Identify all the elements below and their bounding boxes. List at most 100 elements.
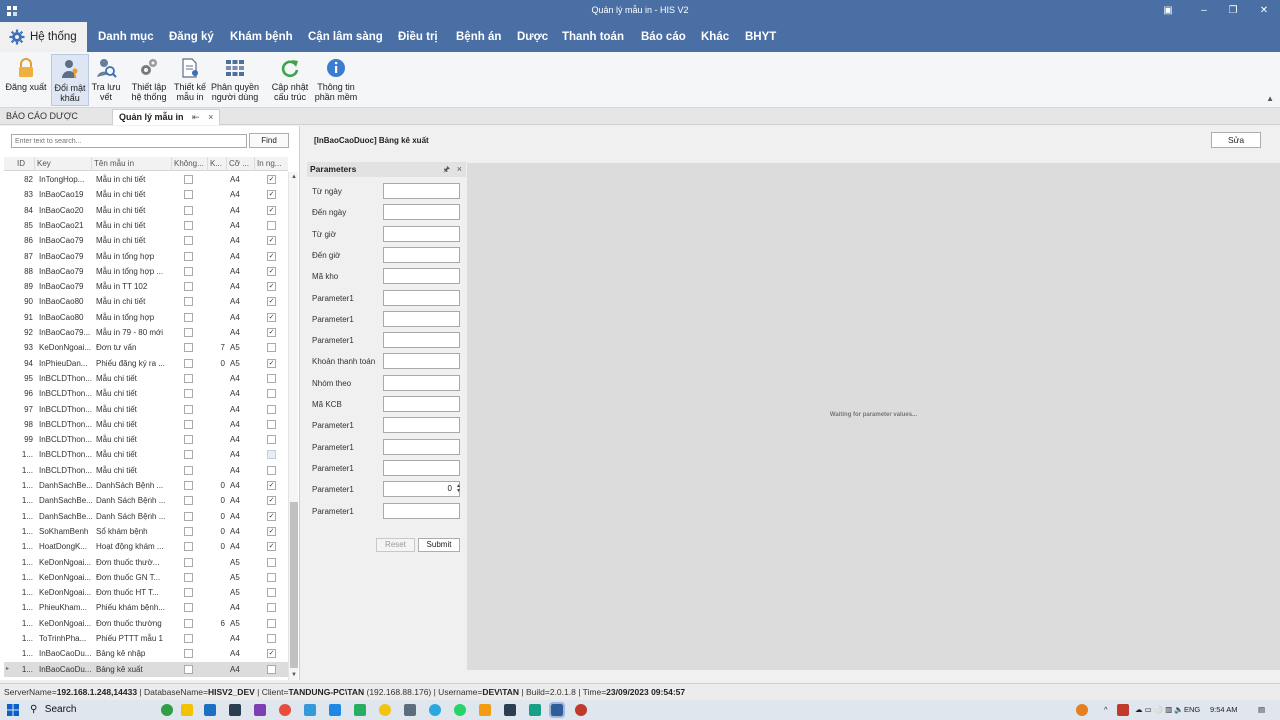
checkbox-khong[interactable]: [184, 542, 193, 552]
checkbox-in-ngang[interactable]: [267, 450, 276, 460]
restore-icon[interactable]: ❐: [1225, 3, 1241, 19]
parameter-input[interactable]: [383, 310, 460, 327]
checkbox-khong[interactable]: [184, 465, 193, 475]
checkbox-in-ngang[interactable]: ✓: [267, 358, 276, 368]
file-explorer-icon[interactable]: [181, 704, 193, 716]
table-row[interactable]: 92 InBaoCao79... Mẫu in 79 - 80 mới A4 ✓: [4, 325, 288, 340]
checkbox-in-ngang[interactable]: [267, 435, 276, 445]
taskbar-search[interactable]: ⚲ Search: [30, 703, 158, 717]
search-input[interactable]: [11, 134, 247, 148]
parameter-input[interactable]: [383, 246, 460, 263]
table-row[interactable]: 99 InBCLDThon... Mẫu chi tiết A4: [4, 432, 288, 447]
app-icon-2[interactable]: [229, 704, 241, 716]
collapse-ribbon-icon[interactable]: ▲: [1266, 94, 1274, 103]
table-row[interactable]: 95 InBCLDThon... Mẫu chi tiết A4: [4, 371, 288, 386]
checkbox-in-ngang[interactable]: ✓: [267, 328, 276, 337]
parameter-input[interactable]: [383, 225, 460, 242]
spinner-arrows-icon[interactable]: ▲ ▼: [456, 484, 461, 494]
visual-studio-icon[interactable]: [254, 704, 266, 716]
table-row[interactable]: 1... InBaoCaoDu... Bảng kê nhập A4 ✓: [4, 646, 288, 661]
table-row[interactable]: 1... InBCLDThon... Mẫu chi tiết A4: [4, 447, 288, 462]
table-row[interactable]: 88 InBaoCao79 Mẫu in tổng hợp ... A4 ✓: [4, 264, 288, 279]
tab-can-lam-sang[interactable]: Cận lâm sàng: [308, 22, 383, 52]
about-button[interactable]: Thông tin phần mềm: [313, 54, 359, 106]
tray-icons[interactable]: ☁ ▭ ⚪ ▥ 🔈: [1135, 704, 1184, 716]
table-row[interactable]: 94 InPhieuDan... Phiếu đăng ký ra ... 0 A5 ✓: [4, 356, 288, 371]
col-in-ngang[interactable]: In ng...: [255, 157, 288, 171]
tab-duoc[interactable]: Dược: [517, 22, 548, 52]
close-panel-icon[interactable]: ×: [457, 162, 462, 177]
parameter-input[interactable]: [383, 396, 460, 412]
table-row[interactable]: 1... KeDonNgoai... Đơn thuốc thường 6 A5: [4, 616, 288, 631]
checkbox-khong[interactable]: [184, 389, 193, 399]
app-icon-6[interactable]: [379, 704, 391, 716]
chrome-icon[interactable]: [279, 704, 291, 716]
table-row[interactable]: 1... KeDonNgoai... Đơn thuốc thườ... A5: [4, 555, 288, 570]
checkbox-khong[interactable]: [184, 190, 193, 200]
clock[interactable]: 9:54 AM: [1210, 704, 1238, 716]
checkbox-in-ngang[interactable]: [267, 465, 276, 475]
parameter-input[interactable]: [383, 204, 460, 221]
weather-icon[interactable]: [1076, 704, 1088, 716]
grid-scrollbar[interactable]: ▲ ▼: [288, 172, 298, 680]
table-row[interactable]: 86 InBaoCao79 Mẫu in chi tiết A4 ✓: [4, 233, 288, 248]
minimize-icon[interactable]: –: [1196, 3, 1212, 19]
tab-khac[interactable]: Khác: [701, 22, 729, 52]
table-row[interactable]: 1... DanhSachBe... Danh Sách Bệnh ... 0 A4 ✓: [4, 509, 288, 524]
parameter-input[interactable]: [383, 332, 460, 349]
checkbox-in-ngang[interactable]: ✓: [267, 481, 276, 490]
checkbox-in-ngang[interactable]: ✓: [267, 175, 276, 184]
checkbox-in-ngang[interactable]: [267, 618, 276, 628]
whatsapp-icon[interactable]: [454, 704, 466, 716]
checkbox-khong[interactable]: [184, 572, 193, 582]
checkbox-in-ngang[interactable]: ✓: [267, 266, 276, 276]
table-row[interactable]: 1... ToTrinhPha... Phiếu PTTT mẫu 1 A4: [4, 631, 288, 646]
col-key[interactable]: Key: [35, 157, 92, 171]
checkbox-in-ngang[interactable]: ✓: [267, 511, 276, 521]
table-row[interactable]: 1... HoatDongK... Hoạt động khám ... 0 A4 ✓: [4, 539, 288, 554]
table-row[interactable]: 1... KeDonNgoai... Đơn thuốc GN T... A5: [4, 570, 288, 585]
checkbox-in-ngang[interactable]: [267, 603, 276, 613]
app-icon-10[interactable]: [529, 704, 541, 716]
table-row[interactable]: 85 InBaoCao21 Mẫu in chi tiết A4: [4, 218, 288, 233]
parameter-input[interactable]: [383, 353, 460, 370]
audit-log-button[interactable]: Tra lưu vết: [90, 54, 122, 106]
checkbox-khong[interactable]: [184, 435, 193, 445]
reset-button[interactable]: Reset: [376, 538, 415, 552]
table-row[interactable]: 84 InBaoCao20 Mẫu in chi tiết A4 ✓: [4, 203, 288, 218]
scroll-down-icon[interactable]: ▼: [289, 670, 299, 680]
checkbox-khong[interactable]: [184, 236, 193, 246]
checkbox-khong[interactable]: [184, 603, 193, 613]
app-icon-7[interactable]: [404, 704, 416, 716]
parameter-input[interactable]: [383, 438, 460, 455]
checkbox-khong[interactable]: [184, 404, 193, 414]
table-row[interactable]: 1... DanhSachBe... DanhSách Bệnh ... 0 A4 ✓: [4, 478, 288, 493]
col-id[interactable]: ID: [15, 157, 35, 171]
checkbox-khong[interactable]: [184, 496, 193, 506]
checkbox-in-ngang[interactable]: ✓: [267, 312, 276, 322]
table-row[interactable]: 87 InBaoCao79 Mẫu in tổng hợp A4 ✓: [4, 249, 288, 264]
checkbox-khong[interactable]: [184, 511, 193, 521]
tab-benh-an[interactable]: Bệnh án: [456, 22, 501, 52]
tab-kham-benh[interactable]: Khám bệnh: [230, 22, 293, 52]
checkbox-in-ngang[interactable]: ✓: [267, 251, 276, 261]
checkbox-in-ngang[interactable]: ✓: [267, 297, 276, 307]
pin-tab-icon[interactable]: ⇤: [192, 112, 200, 122]
checkbox-in-ngang[interactable]: [267, 588, 276, 598]
checkbox-khong[interactable]: [184, 282, 193, 292]
checkbox-khong[interactable]: [184, 312, 193, 322]
checkbox-in-ngang[interactable]: [267, 664, 276, 674]
checkbox-in-ngang[interactable]: ✓: [267, 282, 276, 292]
windows-start-icon[interactable]: [7, 704, 19, 716]
checkbox-khong[interactable]: [184, 588, 193, 598]
table-row[interactable]: 91 InBaoCao80 Mẫu in tổng hợp A4 ✓: [4, 310, 288, 325]
app-icon-9[interactable]: [504, 704, 516, 716]
checkbox-khong[interactable]: [184, 526, 193, 536]
checkbox-khong[interactable]: [184, 481, 193, 490]
checkbox-in-ngang[interactable]: ✓: [267, 526, 276, 536]
checkbox-in-ngang[interactable]: [267, 389, 276, 399]
parameter-input[interactable]: [383, 459, 460, 476]
edge-dev-icon[interactable]: [161, 704, 173, 716]
checkbox-khong[interactable]: [184, 328, 193, 337]
checkbox-khong[interactable]: [184, 649, 193, 659]
